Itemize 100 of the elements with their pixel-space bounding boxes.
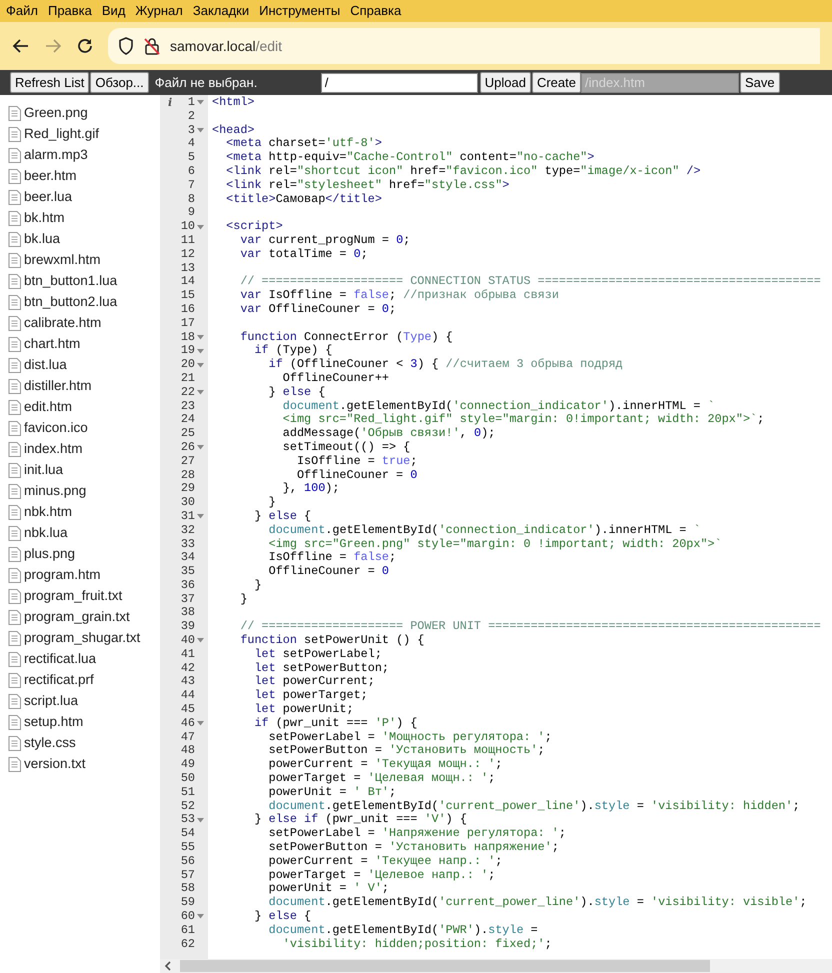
fold-icon[interactable] xyxy=(196,334,204,340)
file-icon xyxy=(8,610,21,625)
save-button[interactable]: Save xyxy=(740,72,780,93)
file-name[interactable]: nbk.lua xyxy=(24,523,68,544)
file-name[interactable]: rectificat.lua xyxy=(24,649,96,670)
file-name[interactable]: setup.htm xyxy=(24,712,84,733)
horizontal-scrollbar[interactable] xyxy=(160,959,832,973)
file-name[interactable]: beer.lua xyxy=(24,187,72,208)
fold-icon[interactable] xyxy=(196,914,204,920)
refresh-list-button[interactable]: Refresh List xyxy=(10,72,90,93)
fold-icon[interactable] xyxy=(196,128,204,133)
code-line: <title>Самовар</title> xyxy=(225,194,382,206)
line-number: 56 xyxy=(180,856,195,868)
file-name[interactable]: nbk.htm xyxy=(24,502,72,523)
menu-item[interactable]: Закладки xyxy=(192,1,250,21)
file-name[interactable]: program_shugar.txt xyxy=(24,628,140,649)
file-name[interactable]: calibrate.htm xyxy=(24,313,102,334)
file-name[interactable]: version.txt xyxy=(24,754,86,775)
code-line: setPowerButton = 'Установить напряжение'; xyxy=(268,842,559,854)
code-line: powerCurrent = 'Текущая мощн.: '; xyxy=(268,759,502,772)
code-line: // ==================== CONNECTION STATUS ======================================== xyxy=(239,276,821,288)
file-name[interactable]: style.css xyxy=(24,733,76,754)
path-field[interactable]: / xyxy=(320,72,478,92)
line-number: 36 xyxy=(180,580,195,592)
file-name[interactable]: Green.png xyxy=(24,103,88,124)
code-line: <link rel="stylesheet" href="style.css"> xyxy=(225,180,510,192)
reload-icon[interactable] xyxy=(76,37,94,55)
line-number: 48 xyxy=(180,745,195,758)
line-number: 26 xyxy=(180,442,195,454)
file-name[interactable]: minus.png xyxy=(24,481,86,502)
line-number: 52 xyxy=(180,800,195,812)
browse-button[interactable]: Обзор... xyxy=(90,72,149,93)
file-name[interactable]: dist.lua xyxy=(24,355,67,376)
menu-item[interactable]: Файл xyxy=(6,1,38,21)
create-button[interactable]: Create xyxy=(532,72,581,93)
fold-icon[interactable] xyxy=(196,638,204,644)
file-name[interactable]: btn_button1.lua xyxy=(24,271,118,292)
line-number: 3 xyxy=(188,124,195,136)
file-icon xyxy=(8,736,21,751)
file-name[interactable]: script.lua xyxy=(24,691,78,712)
file-name[interactable]: program_grain.txt xyxy=(24,607,130,628)
fold-icon[interactable] xyxy=(196,445,204,450)
back-icon[interactable] xyxy=(12,37,30,55)
line-number: 12 xyxy=(180,248,195,261)
file-icon xyxy=(8,190,21,205)
menu-item[interactable]: Правка xyxy=(48,1,92,21)
scrollbar-thumb[interactable] xyxy=(180,960,710,972)
line-number: 21 xyxy=(180,372,195,385)
fold-icon[interactable] xyxy=(196,348,204,354)
file-name[interactable]: init.lua xyxy=(24,460,64,481)
file-name[interactable]: beer.htm xyxy=(24,166,77,187)
fold-icon[interactable] xyxy=(196,818,204,823)
file-name[interactable]: index.htm xyxy=(24,439,83,460)
file-name[interactable]: brewxml.htm xyxy=(24,250,101,271)
fold-icon[interactable] xyxy=(196,390,204,396)
file-name[interactable]: chart.htm xyxy=(24,334,80,355)
file-icon xyxy=(8,463,21,478)
menu-item[interactable]: Журнал xyxy=(135,1,183,21)
file-icon xyxy=(8,400,21,415)
file-name[interactable]: distiller.htm xyxy=(24,376,92,397)
file-name[interactable]: program.htm xyxy=(24,565,101,586)
insecure-lock-icon[interactable] xyxy=(144,37,160,55)
file-name[interactable]: rectificat.prf xyxy=(24,670,94,691)
file-name[interactable]: favicon.ico xyxy=(24,418,88,439)
menu-item[interactable]: Вид xyxy=(102,1,126,21)
file-name[interactable]: bk.lua xyxy=(24,229,60,250)
code-line: 'visibility: hidden;position: fixed;'; xyxy=(282,938,552,950)
fold-icon[interactable] xyxy=(196,721,204,726)
file-name[interactable]: bk.htm xyxy=(24,208,65,229)
info-annotation[interactable]: i xyxy=(168,97,172,108)
line-number: 57 xyxy=(180,870,195,882)
address-bar[interactable]: samovar.local/edit xyxy=(108,28,820,64)
line-number: 24 xyxy=(180,414,195,426)
code-line: setPowerLabel = 'Напряжение регулятора: '; xyxy=(268,828,566,840)
file-name[interactable]: program_fruit.txt xyxy=(24,586,122,607)
fold-icon[interactable] xyxy=(196,100,204,106)
line-number: 42 xyxy=(180,662,195,674)
file-name[interactable]: plus.png xyxy=(24,544,76,565)
file-name[interactable]: btn_button2.lua xyxy=(24,292,118,313)
forward-icon[interactable] xyxy=(44,37,62,55)
menu-item[interactable]: Инструменты xyxy=(259,1,340,21)
code-line: } else { xyxy=(253,911,312,923)
code-line: setPowerLabel = 'Мощность регулятора: '; xyxy=(268,732,552,744)
line-number: 13 xyxy=(180,262,195,274)
file-name[interactable]: alarm.mp3 xyxy=(24,145,88,166)
upload-button[interactable]: Upload xyxy=(480,72,531,93)
line-number: 32 xyxy=(180,524,195,536)
file-icon xyxy=(8,484,21,499)
fold-icon[interactable] xyxy=(196,514,204,520)
file-icon xyxy=(8,106,21,121)
fold-icon[interactable] xyxy=(196,224,204,230)
shield-icon[interactable] xyxy=(118,37,134,55)
line-number: 39 xyxy=(180,621,195,634)
code-line: <head> xyxy=(212,124,254,136)
file-name[interactable]: Red_light.gif xyxy=(24,124,100,145)
file-name[interactable]: edit.htm xyxy=(24,397,72,418)
code-line: <meta http-equiv="Cache-Control" content="no-cache"> xyxy=(225,152,594,164)
menu-item[interactable]: Справка xyxy=(350,1,402,21)
fold-icon[interactable] xyxy=(196,362,204,368)
code-line: var IsOffline = false; //признак обрыва связи xyxy=(239,290,559,302)
